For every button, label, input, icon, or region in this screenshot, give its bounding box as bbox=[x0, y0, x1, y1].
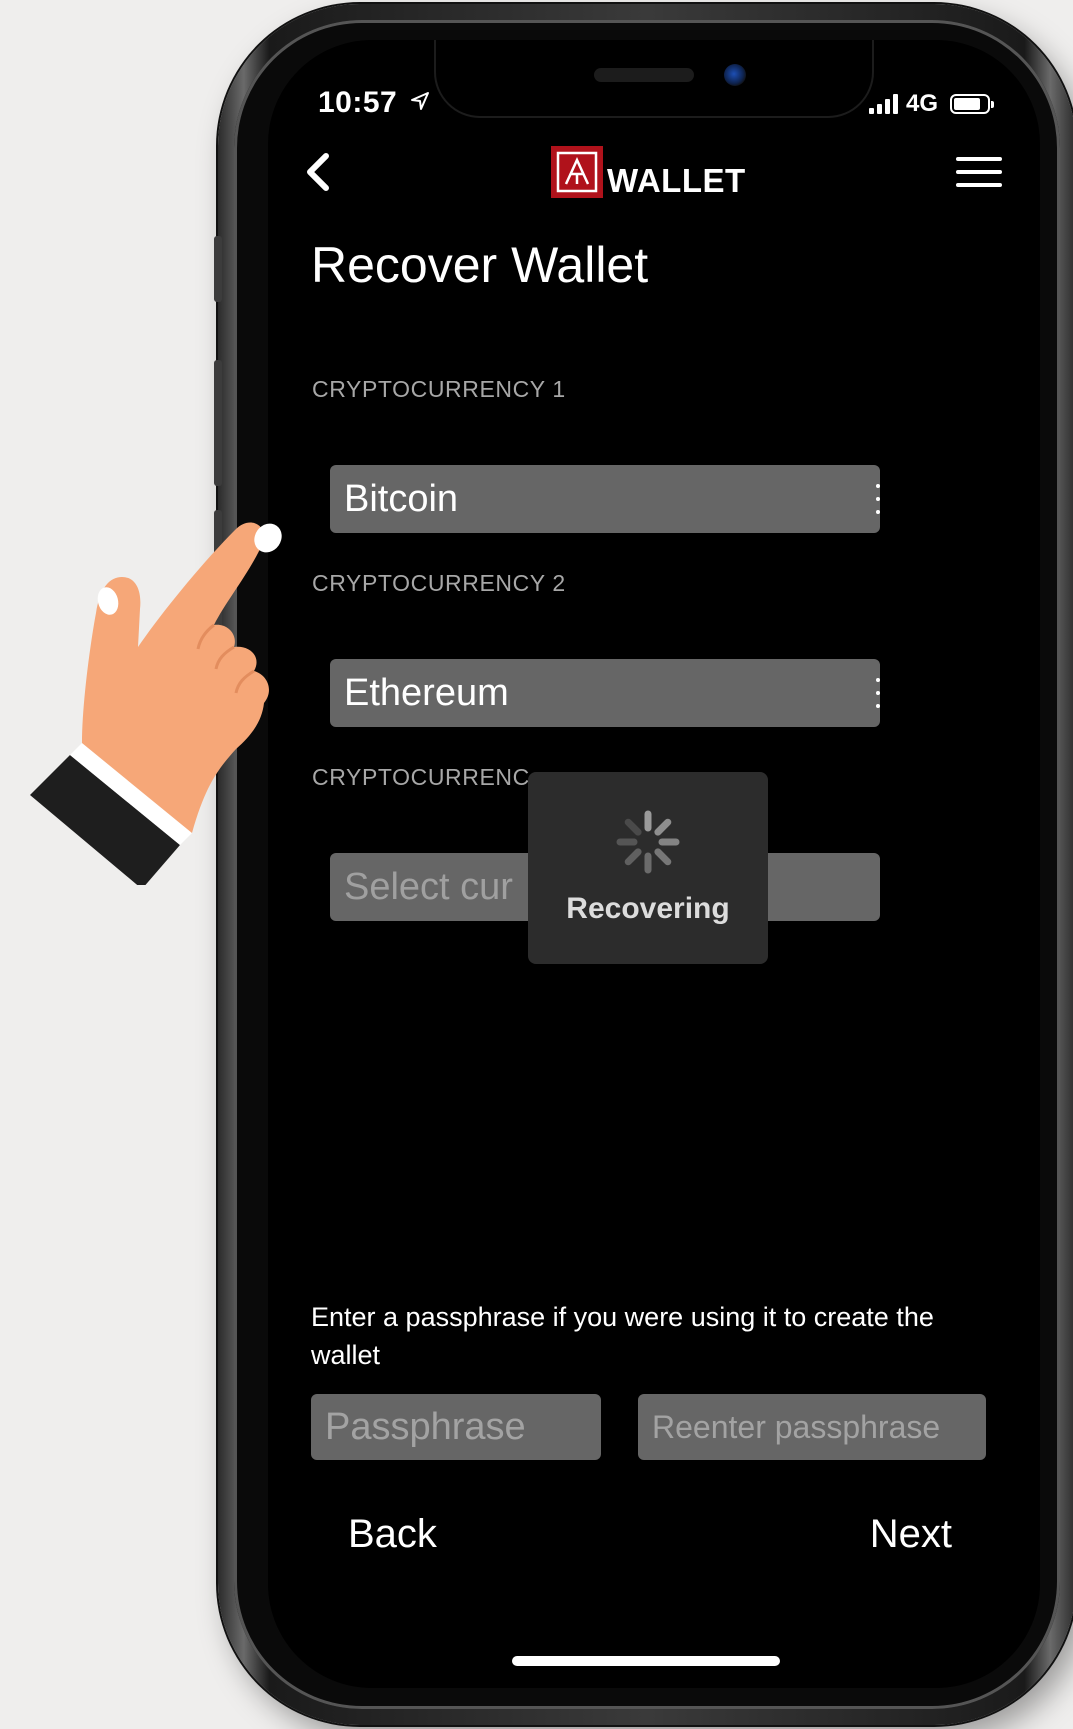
app-logo: WALLET bbox=[551, 146, 746, 198]
currency-1-label: CRYPTOCURRENCY 1 bbox=[312, 376, 566, 402]
currency-3-label: CRYPTOCURRENC bbox=[312, 764, 530, 790]
stage: 10:57 4G WALLET Recover Wallet CRYPTOCUR… bbox=[0, 0, 1073, 1729]
back-button[interactable]: Back bbox=[348, 1512, 437, 1557]
location-arrow-icon bbox=[411, 92, 430, 110]
currency-2-label: CRYPTOCURRENCY 2 bbox=[312, 570, 566, 596]
loading-text: Recovering bbox=[566, 892, 730, 925]
front-camera bbox=[724, 64, 746, 86]
home-indicator[interactable] bbox=[512, 1656, 780, 1666]
status-time: 10:57 bbox=[318, 86, 430, 120]
currency-2-more-icon[interactable] bbox=[872, 678, 884, 708]
time-text: 10:57 bbox=[318, 86, 398, 119]
reenter-passphrase-input[interactable] bbox=[638, 1394, 986, 1460]
spinner-icon bbox=[616, 810, 680, 874]
volume-up-button bbox=[214, 360, 222, 486]
currency-1-select[interactable]: Bitcoin bbox=[330, 465, 880, 533]
silent-switch bbox=[214, 236, 222, 302]
passphrase-input[interactable] bbox=[311, 1394, 601, 1460]
passphrase-hint: Enter a passphrase if you were using it … bbox=[311, 1302, 934, 1370]
speaker-grille bbox=[594, 68, 694, 82]
page-title: Recover Wallet bbox=[311, 237, 649, 293]
pointing-hand-icon bbox=[30, 522, 282, 885]
network-type: 4G bbox=[905, 90, 938, 117]
next-button[interactable]: Next bbox=[870, 1512, 952, 1557]
back-chevron-icon[interactable] bbox=[302, 152, 336, 192]
logo-mark-icon bbox=[551, 146, 603, 198]
cellular-signal-icon bbox=[868, 94, 898, 114]
hamburger-menu-icon[interactable] bbox=[956, 157, 1002, 187]
currency-1-more-icon[interactable] bbox=[872, 484, 884, 514]
status-indicators: 4G bbox=[868, 90, 994, 118]
battery-icon bbox=[950, 94, 994, 114]
logo-text: WALLET bbox=[607, 162, 746, 199]
currency-2-select[interactable]: Ethereum bbox=[330, 659, 880, 727]
loading-dialog: Recovering bbox=[528, 772, 768, 964]
phone-screen: 10:57 4G WALLET Recover Wallet CRYPTOCUR… bbox=[268, 40, 1040, 1688]
